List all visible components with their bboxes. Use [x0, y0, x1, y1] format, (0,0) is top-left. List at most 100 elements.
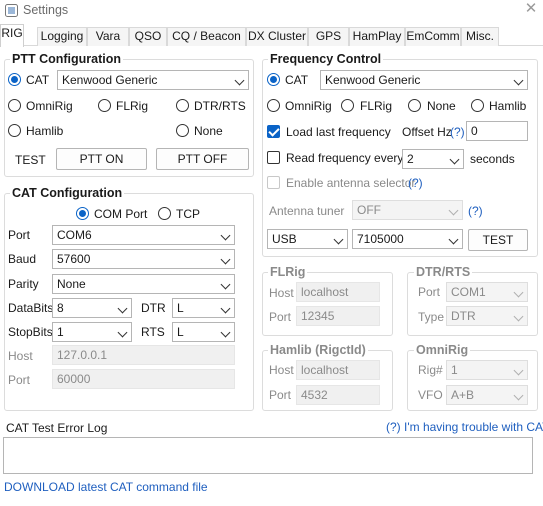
chevron-down-icon	[513, 390, 524, 401]
cat-databits-value: 8	[57, 301, 64, 315]
flrig-host-input[interactable]: localhost	[296, 282, 380, 302]
antenna-tuner-select[interactable]: OFF	[352, 200, 463, 220]
hamlib-port-input[interactable]: 4532	[296, 385, 380, 405]
cat-stopbits-select[interactable]: 1	[52, 322, 132, 342]
chevron-down-icon	[448, 234, 459, 245]
cat-com-port-radio[interactable]	[76, 207, 89, 220]
chevron-down-icon	[220, 254, 231, 265]
tab-qso[interactable]: QSO	[129, 27, 167, 46]
freq-hamlib-radio[interactable]	[471, 99, 484, 112]
chevron-down-icon	[117, 327, 128, 338]
tab-hamplay[interactable]: HamPlay	[349, 27, 405, 46]
freq-cat-select[interactable]: Kenwood Generic	[320, 70, 528, 90]
tab-dx-cluster[interactable]: DX Cluster	[246, 27, 308, 46]
freq-cat-radio[interactable]	[267, 73, 280, 86]
dtr-rts-port-select[interactable]: COM1	[446, 282, 528, 302]
ptt-off-button[interactable]: PTT OFF	[156, 148, 249, 170]
chevron-down-icon	[220, 303, 231, 314]
mode-select[interactable]: USB	[267, 229, 348, 249]
cat-host-label: Host	[8, 349, 33, 363]
offset-hz-input[interactable]: 0	[466, 121, 528, 141]
cat-parity-value: None	[57, 277, 86, 291]
enable-antenna-checkbox[interactable]	[267, 176, 280, 189]
cat-stopbits-label: StopBits	[8, 325, 53, 339]
cat-port-select[interactable]: COM6	[52, 225, 235, 245]
download-cat-command-link[interactable]: DOWNLOAD latest CAT command file	[4, 480, 208, 494]
close-icon[interactable]: ✕	[521, 0, 541, 20]
freq-omnirig-radio[interactable]	[267, 99, 280, 112]
omnirig-rig-select[interactable]: 1	[446, 360, 528, 380]
tab-emcomm[interactable]: EmComm	[405, 27, 461, 46]
title-bar: Settings ✕	[0, 0, 543, 22]
ptt-on-button[interactable]: PTT ON	[56, 148, 147, 170]
freq-none-label: None	[427, 99, 456, 113]
cat-parity-select[interactable]: None	[52, 274, 235, 294]
cat-databits-select[interactable]: 8	[52, 298, 132, 318]
load-last-frequency-checkbox[interactable]	[267, 125, 280, 138]
antenna-help-icon[interactable]: (?)	[408, 176, 423, 190]
hamlib-title: Hamlib (RigctId)	[268, 343, 368, 357]
cat-dtr-select[interactable]: L	[172, 298, 235, 318]
offset-help-icon[interactable]: (?)	[450, 125, 465, 139]
chevron-down-icon	[220, 230, 231, 241]
tab-cq-beacon[interactable]: CQ / Beacon	[167, 27, 246, 46]
window-title: Settings	[23, 3, 69, 17]
cat-test-error-log[interactable]	[3, 437, 533, 474]
chevron-down-icon	[333, 234, 344, 245]
ptt-flrig-radio[interactable]	[98, 99, 111, 112]
chevron-down-icon	[117, 303, 128, 314]
cat-dtr-label: DTR	[141, 301, 166, 315]
flrig-port-input[interactable]: 12345	[296, 306, 380, 326]
read-frequency-checkbox[interactable]	[267, 151, 280, 164]
frequency-select[interactable]: 7105000	[352, 229, 463, 249]
ptt-cat-select[interactable]: Kenwood Generic	[57, 70, 249, 90]
chevron-down-icon	[220, 327, 231, 338]
freq-flrig-label: FLRig	[360, 99, 393, 113]
cat-host-input[interactable]: 127.0.0.1	[52, 345, 235, 365]
ptt-none-label: None	[194, 124, 223, 138]
ptt-none-radio[interactable]	[176, 124, 189, 137]
ptt-cat-radio[interactable]	[8, 73, 21, 86]
dtr-rts-port-value: COM1	[451, 285, 486, 299]
omnirig-rig-label: Rig#	[418, 363, 443, 377]
ptt-configuration-title: PTT Configuration	[10, 52, 124, 66]
freq-flrig-radio[interactable]	[341, 99, 354, 112]
cat-dtr-value: L	[177, 301, 184, 315]
tab-misc[interactable]: Misc.	[461, 27, 499, 46]
ptt-dtr-rts-radio[interactable]	[176, 99, 189, 112]
cat-baud-select[interactable]: 57600	[52, 249, 235, 269]
omnirig-vfo-select[interactable]: A+B	[446, 385, 528, 405]
cat-port-value: COM6	[57, 228, 92, 242]
cat-rts-value: L	[177, 325, 184, 339]
hamlib-port-label: Port	[269, 388, 292, 402]
antenna-tuner-help-icon[interactable]: (?)	[468, 204, 483, 218]
dtr-rts-type-label: Type	[418, 310, 445, 324]
tab-rig[interactable]: RIG	[0, 24, 24, 47]
dtr-rts-type-select[interactable]: DTR	[446, 306, 528, 326]
ptt-hamlib-label: Hamlib	[26, 124, 64, 138]
chevron-down-icon	[234, 75, 245, 86]
flrig-port-label: Port	[269, 310, 292, 324]
hamlib-host-input[interactable]: localhost	[296, 360, 380, 380]
omnirig-vfo-label: VFO	[418, 388, 443, 402]
cat-trouble-help-link[interactable]: (?) I'm having trouble with CAT	[386, 420, 543, 434]
cat-tcp-radio[interactable]	[158, 207, 171, 220]
ptt-omnirig-radio[interactable]	[8, 99, 21, 112]
cat-tcp-port-input[interactable]: 60000	[52, 369, 235, 389]
settings-app-icon	[5, 4, 18, 17]
freq-none-radio[interactable]	[408, 99, 421, 112]
offset-hz-label: Offset Hz	[402, 125, 452, 139]
read-interval-select[interactable]: 2	[402, 149, 464, 169]
tab-gps[interactable]: GPS	[308, 27, 349, 46]
antenna-tuner-label: Antenna tuner	[269, 204, 345, 218]
cat-parity-label: Parity	[8, 277, 39, 291]
cat-rts-select[interactable]: L	[172, 322, 235, 342]
tab-vara[interactable]: Vara	[87, 27, 129, 46]
freq-cat-label: CAT	[285, 73, 309, 87]
chevron-down-icon	[448, 205, 459, 216]
ptt-hamlib-radio[interactable]	[8, 124, 21, 137]
freq-hamlib-label: Hamlib	[489, 99, 527, 113]
frequency-test-button[interactable]: TEST	[468, 229, 528, 251]
cat-baud-label: Baud	[8, 252, 37, 266]
tab-logging[interactable]: Logging	[37, 27, 87, 46]
